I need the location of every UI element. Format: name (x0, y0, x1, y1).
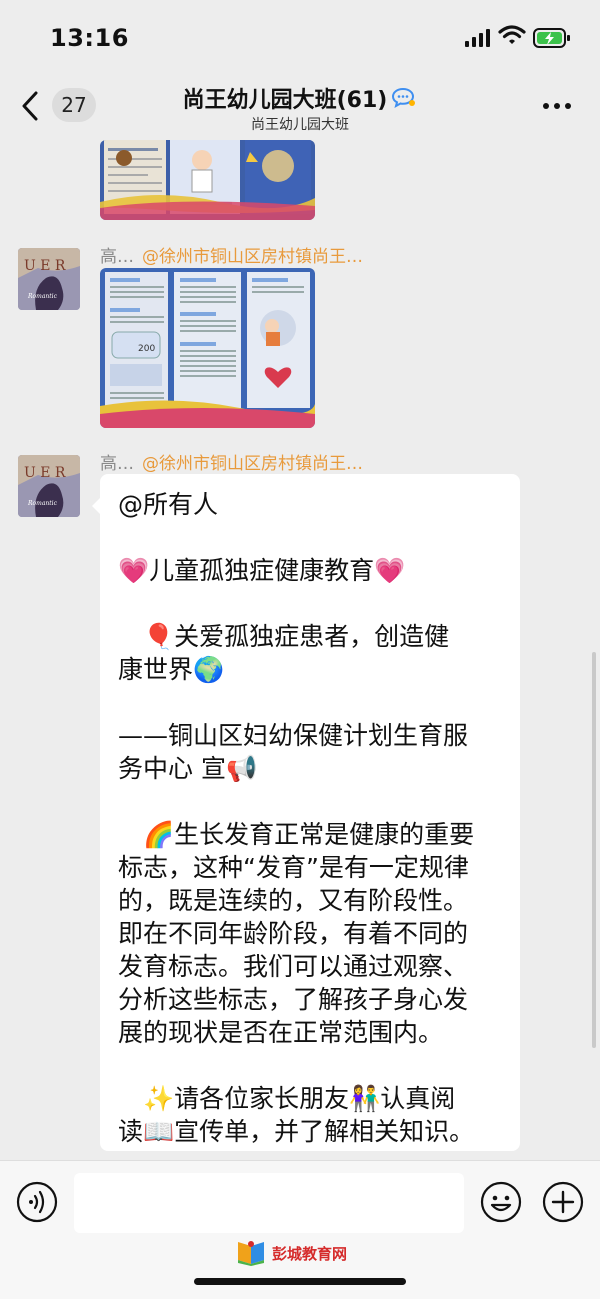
message-input[interactable] (74, 1173, 464, 1233)
bubble-line: 🌈生长发育正常是健康的重要 (118, 820, 475, 849)
home-indicator[interactable] (194, 1278, 406, 1285)
chat-subtitle: 尚王幼儿园大班 (251, 117, 349, 133)
sender-mention: @徐州市铜山区房村镇尚王… (142, 247, 363, 267)
svg-text:200: 200 (138, 344, 155, 354)
svg-text:U E R: U E R (24, 258, 66, 274)
svg-text:Romantic: Romantic (27, 293, 58, 300)
sender-name: 高… (100, 247, 134, 267)
sender-mention: @徐州市铜山区房村镇尚王… (142, 454, 363, 474)
sender-line: 高… @徐州市铜山区房村镇尚王… (100, 449, 363, 474)
book-logo-icon (238, 1241, 264, 1266)
bubble-line: 🎈关爱孤独症患者，创造健 (118, 622, 450, 651)
voice-icon[interactable] (16, 1181, 58, 1223)
bubble-line: 标志，这种“发育”是有一定规律 (118, 853, 469, 882)
chat-header: 27 尚王幼儿园大班(61) 尚王幼儿园大班 (0, 78, 600, 140)
chat-title: 尚王幼儿园大班(61) (182, 88, 388, 113)
bubble-line: 读📖宣传单，并了解相关知识。 (118, 1117, 475, 1146)
battery-icon (533, 28, 570, 48)
input-bar: 彭城教育网 (0, 1160, 600, 1299)
bubble-line: ——铜山区妇幼保健计划生育服 (118, 721, 469, 750)
sender-name: 高… (100, 454, 134, 474)
sender-line: 高… @徐州市铜山区房村镇尚王… (100, 242, 363, 267)
avatar[interactable]: U E R Romantic (18, 455, 80, 517)
bubble-line: 务中心 宣📢 (118, 754, 258, 783)
bubble-line: 分析这些标志，了解孩子身心发 (118, 985, 469, 1014)
watermark-text: 彭城教育网 (272, 1244, 348, 1263)
plus-icon[interactable] (542, 1181, 584, 1223)
shared-image-flyer-1[interactable] (100, 140, 315, 220)
watermark: 彭城教育网 (236, 1240, 347, 1266)
scrollbar[interactable] (592, 652, 596, 1048)
svg-text:U E R: U E R (24, 465, 66, 481)
bubble-line: ✨请各位家长朋友👫认真阅 (118, 1084, 456, 1113)
message-bubble[interactable]: @所有人 💗儿童孤独症健康教育💗 🎈关爱孤独症患者，创造健 康世界🌍 ——铜山区… (92, 474, 520, 1151)
chat-badge-icon (392, 87, 416, 109)
more-icon[interactable] (542, 102, 572, 110)
signal-icon (465, 29, 490, 47)
bubble-line: 💗儿童孤独症健康教育💗 (118, 556, 406, 585)
wifi-icon (498, 25, 526, 44)
bubble-line: 康世界🌍 (118, 655, 225, 684)
bubble-line: @所有人 (118, 490, 219, 519)
status-bar: 13:16 (0, 0, 600, 78)
shared-image-flyer-2[interactable]: 200 (100, 268, 315, 428)
emoji-icon[interactable] (480, 1181, 522, 1223)
status-time: 13:16 (50, 24, 129, 52)
bubble-line: 发育标志。我们可以通过观察、 (118, 952, 469, 981)
bubble-line: 展的现状是否在正常范围内。 (118, 1018, 444, 1047)
bubble-line: 的，既是连续的，又有阶段性。 (118, 886, 469, 915)
svg-text:Romantic: Romantic (27, 500, 58, 507)
avatar[interactable]: U E R Romantic (18, 248, 80, 310)
bubble-line: 即在不同年龄阶段，有着不同的 (118, 919, 469, 948)
